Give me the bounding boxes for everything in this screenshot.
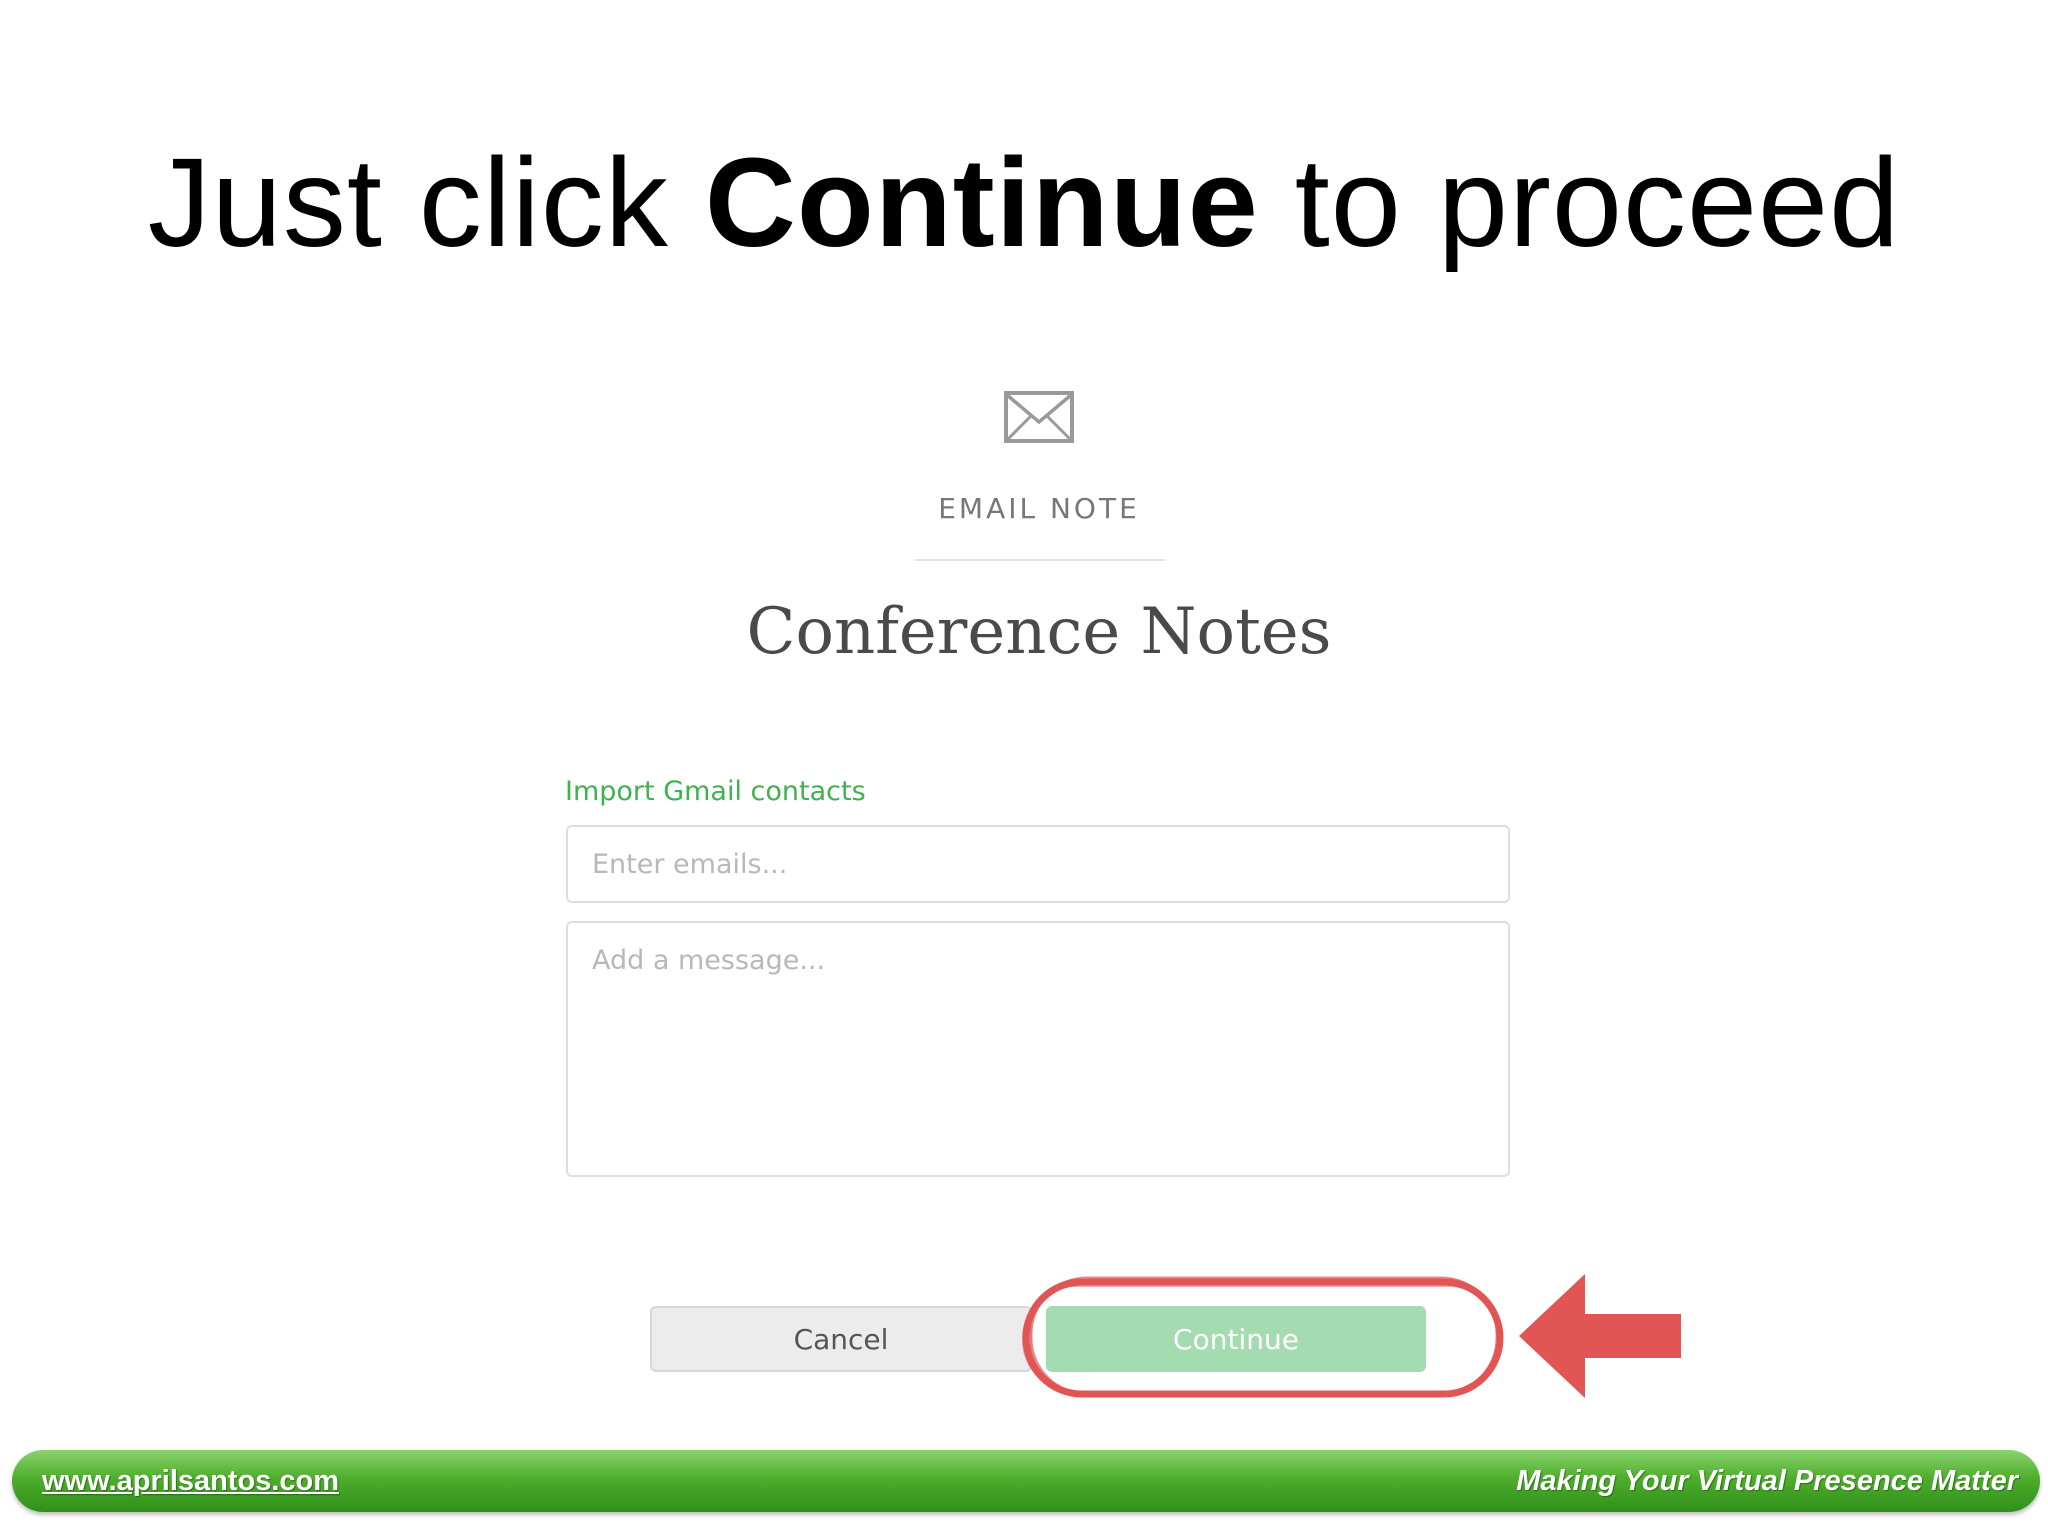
cancel-button[interactable]: Cancel <box>650 1306 1032 1372</box>
continue-button[interactable]: Continue <box>1046 1306 1426 1372</box>
envelope-icon <box>1004 391 1074 443</box>
headline-emphasis: Continue <box>704 132 1259 273</box>
message-textarea[interactable] <box>566 921 1510 1177</box>
faded-toolbar-item <box>510 360 570 380</box>
email-note-label: EMAIL NOTE <box>938 492 1140 525</box>
headline-suffix: to proceed <box>1258 132 1901 273</box>
import-gmail-contacts-link[interactable]: Import Gmail contacts <box>565 776 866 807</box>
note-title: Conference Notes <box>746 595 1332 669</box>
left-arrow-icon <box>1519 1274 1681 1398</box>
emails-input[interactable] <box>566 825 1510 903</box>
headline-prefix: Just click <box>147 132 705 273</box>
footer-website-link[interactable]: www.aprilsantos.com <box>42 1465 339 1498</box>
slide-headline: Just click Continue to proceed <box>0 130 2048 275</box>
footer-tagline: Making Your Virtual Presence Matter <box>1516 1465 2018 1497</box>
header-divider <box>915 559 1165 561</box>
footer-bar: www.aprilsantos.com Making Your Virtual … <box>12 1450 2040 1512</box>
